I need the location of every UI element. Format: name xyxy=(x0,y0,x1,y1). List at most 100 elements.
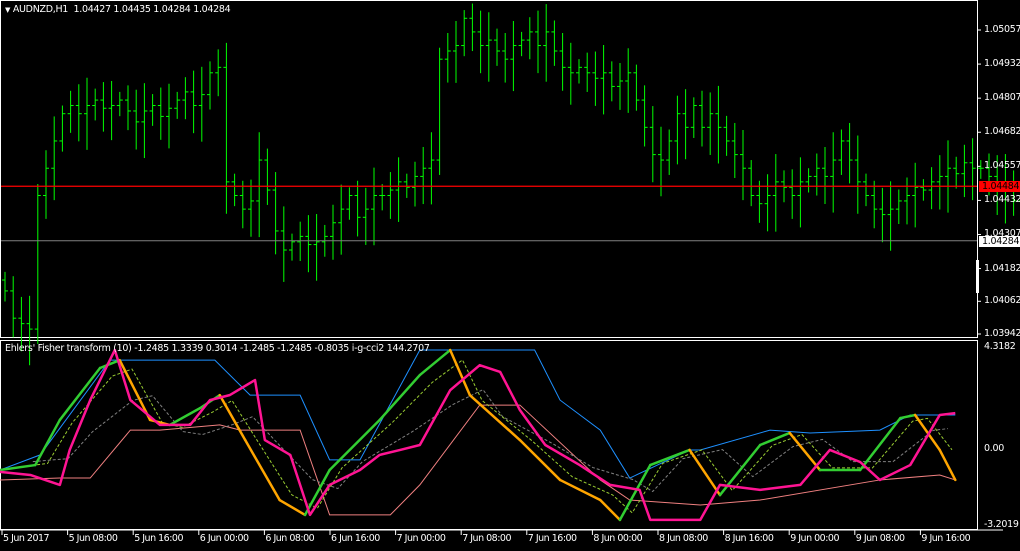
chart-canvas[interactable] xyxy=(0,0,1020,551)
time-axis-label: 7 Jun 16:00 xyxy=(527,533,577,544)
symbol-label: AUDNZD,H1 xyxy=(12,4,69,15)
ohlc-bar xyxy=(740,130,746,201)
fisher-segment xyxy=(618,463,652,522)
ohlc-bar xyxy=(75,84,82,142)
bid-price-badge: 1.04284 xyxy=(979,235,1020,247)
time-axis-label: 7 Jun 08:00 xyxy=(462,533,511,544)
fisher-segment xyxy=(688,448,722,497)
triangle-down-icon[interactable]: ▼ xyxy=(5,6,10,14)
ohlc-bar xyxy=(854,135,861,214)
time-axis-label: 6 Jun 00:00 xyxy=(199,533,249,544)
fisher-segment xyxy=(34,418,62,467)
fisher-segment xyxy=(899,413,917,420)
price-axis-label: 1.04182 xyxy=(984,262,1020,274)
ohlc-bar xyxy=(953,156,960,189)
fisher-segment xyxy=(649,448,691,467)
ohlc-bar xyxy=(723,115,730,156)
price-axis-label: 1.04557 xyxy=(984,160,1020,172)
ohlc-bar xyxy=(904,177,910,225)
ohlc-bar xyxy=(576,59,582,84)
ohlc-bar xyxy=(166,83,172,149)
ohlc-bar xyxy=(690,97,697,138)
ohlc-bar xyxy=(412,161,418,207)
ohlc-bar xyxy=(346,187,353,220)
ohlc-bar xyxy=(174,91,181,119)
time-axis-label: 5 Jun 16:00 xyxy=(134,533,183,544)
ohlc-bar xyxy=(592,51,599,106)
ohlc-bar xyxy=(362,187,369,245)
ohlc-bar xyxy=(100,82,107,132)
ohlc-bar xyxy=(707,92,714,155)
ohlc-bar xyxy=(149,94,156,126)
ohlc-bar xyxy=(641,85,648,147)
ohlc-bar xyxy=(846,122,853,184)
ohlc-bar xyxy=(354,180,361,237)
ohlc-bar xyxy=(772,154,779,232)
chart-header: ▼ AUDNZD,H1 1.04427 1.04435 1.04284 1.04… xyxy=(5,4,231,16)
price-axis-label: 1.04432 xyxy=(984,194,1020,206)
ohlc-bar xyxy=(895,189,902,225)
ohlc-bar xyxy=(912,162,919,228)
ohlc-bar xyxy=(879,187,886,243)
ohlc-bar xyxy=(313,214,320,281)
ohlc-bar xyxy=(526,17,533,60)
ohlc-bar xyxy=(551,20,558,66)
indicator-axis-label: -3.2019 xyxy=(984,518,1019,530)
ohlc-bar xyxy=(190,70,197,134)
ohlc-bar xyxy=(477,10,484,74)
ohlc-bar xyxy=(461,10,468,57)
fisher-segment xyxy=(378,373,422,422)
price-axis-label: 1.05057 xyxy=(984,24,1020,35)
ohlc-bar xyxy=(51,116,58,201)
ohlc-bar xyxy=(510,21,517,92)
ohlc-bar xyxy=(1010,170,1017,216)
time-axis-label: 9 Jun 00:00 xyxy=(790,533,839,544)
ohlc-bar xyxy=(715,85,722,164)
ohlc-bar xyxy=(141,83,148,159)
ohlc-bar xyxy=(223,42,230,214)
ohlc-bar xyxy=(871,180,878,229)
ohlc-bar xyxy=(67,90,74,133)
ohlc-bar xyxy=(92,88,99,121)
ohlc-bar xyxy=(34,184,41,344)
price-axis-label: 1.04062 xyxy=(984,295,1020,307)
ohlc-bar xyxy=(420,146,427,205)
fisher-segment xyxy=(858,416,902,472)
fisher-segment xyxy=(118,358,152,422)
fisher-segment xyxy=(558,478,602,502)
ohlc-bar xyxy=(231,173,238,207)
ohlc-bar xyxy=(108,80,115,141)
ohlc-bar xyxy=(305,215,312,273)
ohlc-values: 1.04427 1.04435 1.04284 1.04284 xyxy=(73,4,231,15)
ohlc-bar xyxy=(264,148,271,205)
ohlc-bar xyxy=(830,132,837,213)
cci-line xyxy=(0,348,956,522)
ohlc-bar xyxy=(756,180,763,223)
ohlc-bar xyxy=(330,204,336,260)
ohlc-bar xyxy=(289,233,295,261)
ohlc-bar xyxy=(157,87,164,140)
time-axis-label: 6 Jun 08:00 xyxy=(265,533,315,544)
ohlc-bar xyxy=(813,153,820,196)
ohlc-bar xyxy=(10,276,17,338)
price-axis-label: 1.04807 xyxy=(984,92,1020,104)
ohlc-bar xyxy=(764,174,771,232)
ohlc-bar xyxy=(969,138,976,201)
ohlc-bar xyxy=(731,122,738,178)
fisher-segment xyxy=(758,431,791,447)
ohlc-bar xyxy=(535,10,541,74)
ohlc-bar xyxy=(625,48,632,113)
ohlc-bar xyxy=(182,77,189,120)
ohlc-bar xyxy=(469,3,476,52)
ohlc-bar xyxy=(936,155,943,210)
ohlc-bar xyxy=(207,61,213,110)
ohlc-bar xyxy=(494,28,500,66)
ohlc-bar xyxy=(600,44,607,115)
ohlc-bar xyxy=(797,157,804,228)
fisher-segment xyxy=(278,498,307,517)
ohlc-bar xyxy=(518,31,525,57)
ohlc-bar xyxy=(748,160,755,207)
ohlc-bar xyxy=(928,167,935,210)
scroll-handle[interactable] xyxy=(976,260,979,293)
indicator-axis-label: 4.3182 xyxy=(984,341,1016,352)
